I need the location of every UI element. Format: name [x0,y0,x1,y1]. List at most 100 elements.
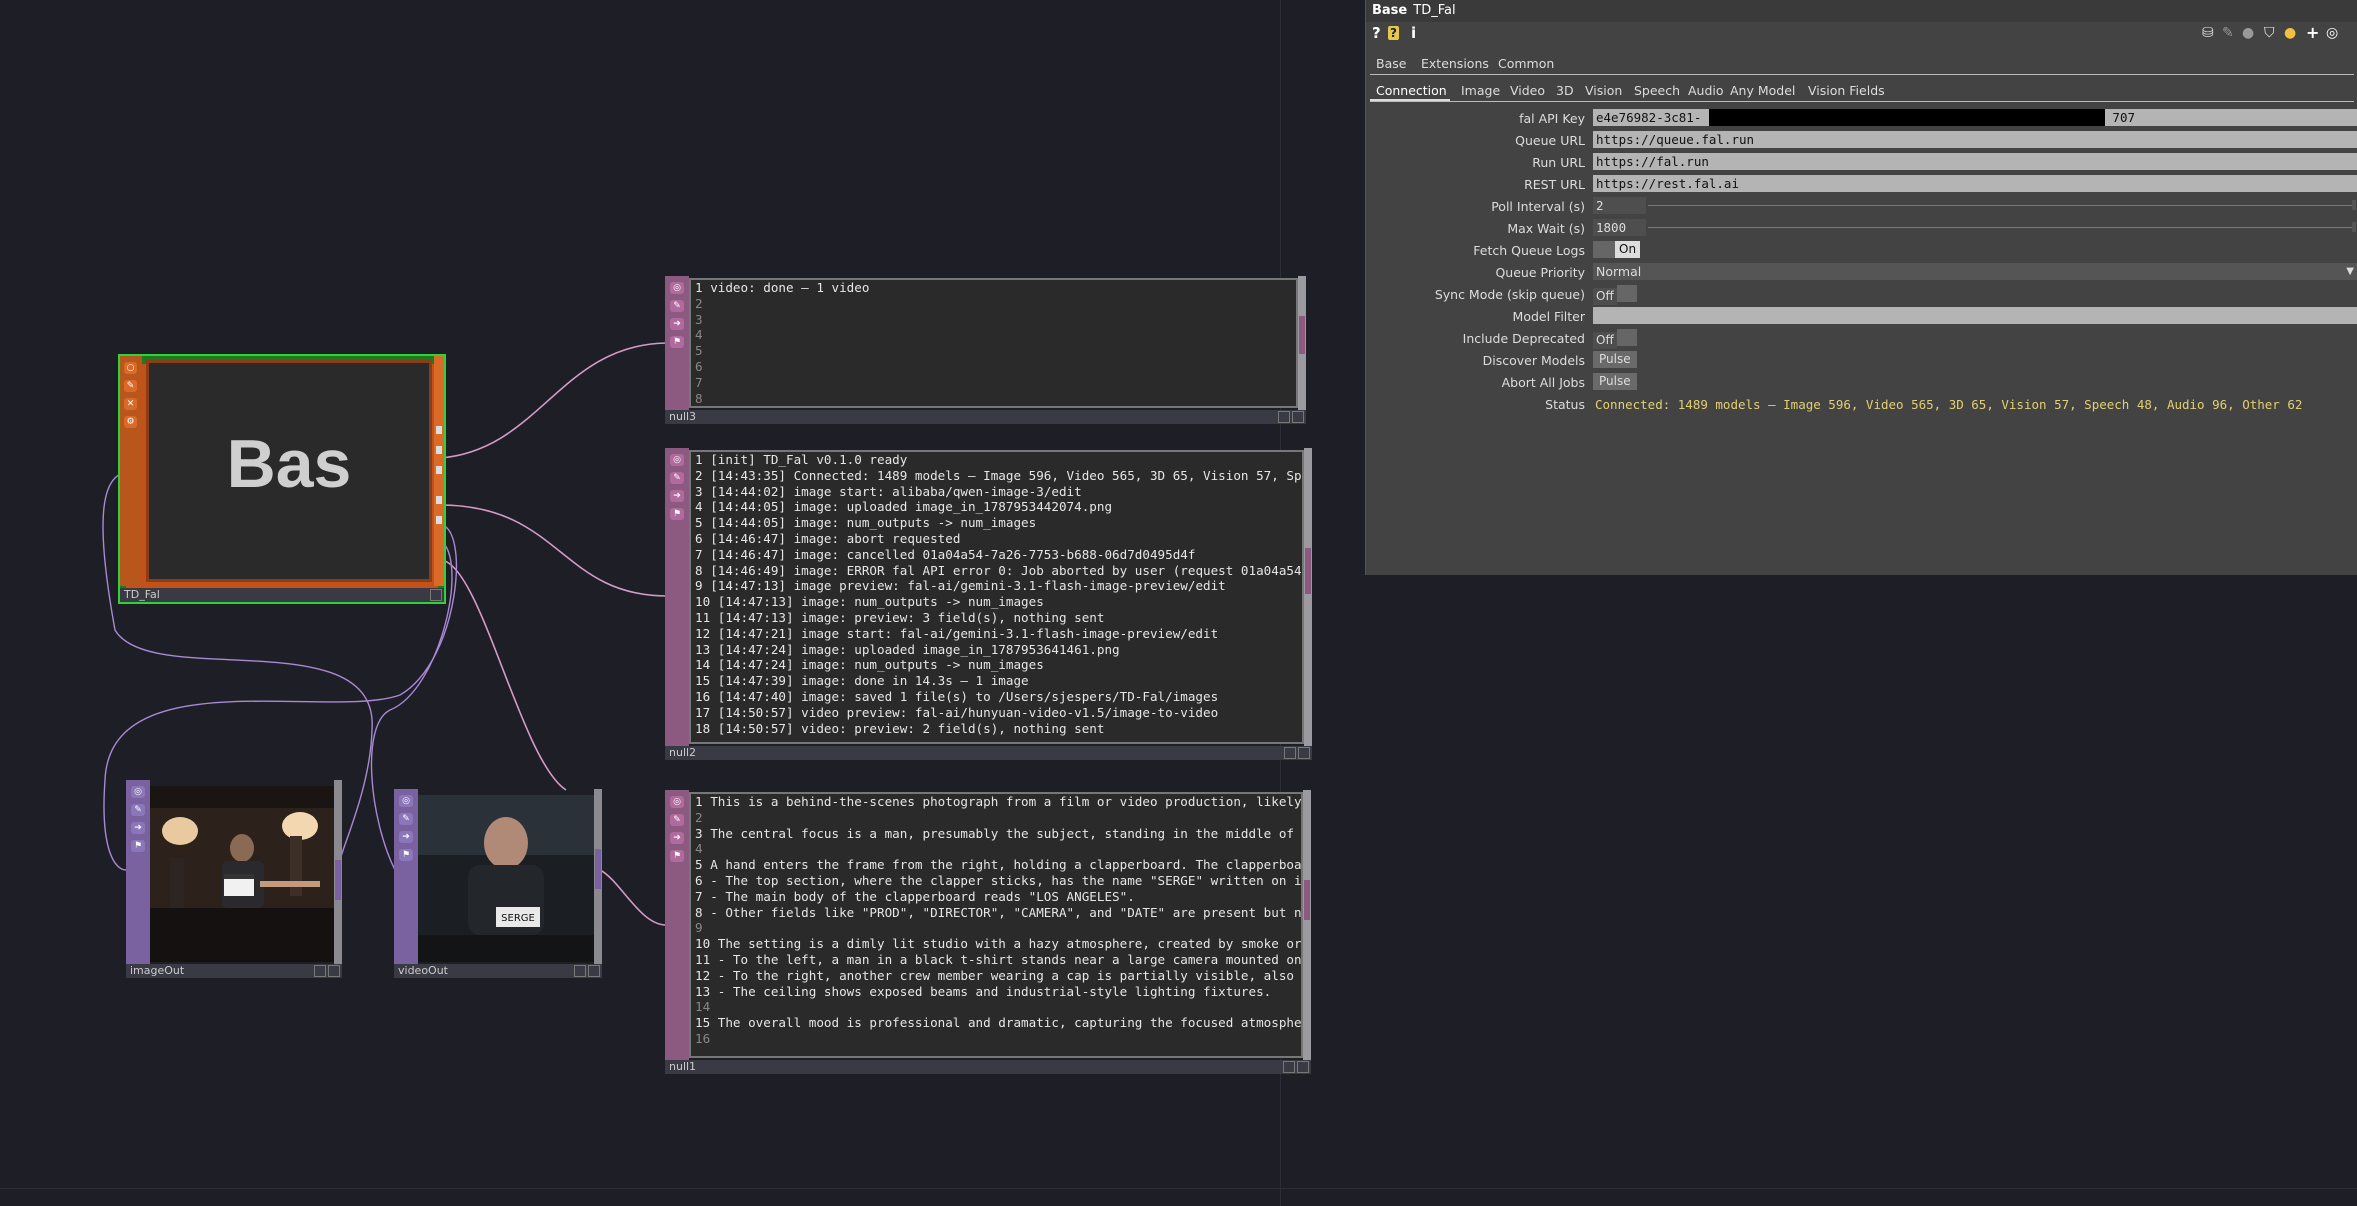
abort-all-jobs-button[interactable]: Pulse [1593,373,1637,390]
include-deprecated-toggle[interactable]: Off [1593,329,1637,349]
viewer-toggle-icon[interactable]: ○ [124,362,137,374]
pencil-icon[interactable]: ✎ [131,804,145,816]
tab-3d[interactable]: 3D [1556,83,1574,98]
pencil-icon[interactable]: ✎ [670,814,684,826]
max-wait-field[interactable]: 1800 [1593,219,1646,236]
poll-interval-field[interactable]: 2 [1593,197,1646,214]
text-line: 4 [14:44:05] image: uploaded image_in_17… [695,499,1113,515]
arrow-icon[interactable]: ➔ [670,832,684,844]
text-line: 1 [init] TD_Fal v0.1.0 ready [695,452,908,467]
viewer-toggle-icon[interactable]: ◎ [399,795,413,807]
lock-icon[interactable]: ⚑ [131,840,145,852]
top-videoout[interactable]: ◎ ✎ ➔ ⚑ SERGE videoOut [394,789,602,978]
custom-page-tabs: Connection Image Video 3D Vision Speech … [1370,79,2354,102]
slider-handle[interactable] [2352,200,2356,210]
output-connector[interactable] [436,516,442,524]
base-comp-td-fal[interactable]: ○ ✎ ✕ ⚙ Bas TD_Fal [118,354,446,604]
lock-icon[interactable]: ⚑ [670,850,684,862]
comment-icon[interactable]: ● [2242,25,2254,41]
python-help-icon[interactable]: ? [1388,26,1399,40]
pencil-icon[interactable]: ✎ [399,813,413,825]
slider-handle[interactable] [2352,222,2356,232]
lock-icon[interactable]: ⚑ [399,849,413,861]
arrow-icon[interactable]: ➔ [670,490,684,502]
dat-text-viewer[interactable]: 1 [init] TD_Fal v0.1.0 ready 2 [14:43:35]… [689,450,1304,744]
help-icon[interactable]: ? [1372,24,1381,42]
close-icon[interactable]: ✕ [124,398,137,410]
dat-text-viewer[interactable]: 1 This is a behind-the-scenes photograph… [689,792,1303,1058]
tab-audio[interactable]: Audio [1688,83,1724,98]
text-line: 13 [14:47:24] image: uploaded image_in_1… [695,641,1120,657]
tab-video[interactable]: Video [1510,83,1545,98]
base-comp-viewer-text: Bas [226,426,352,502]
queue-url-field[interactable]: https://queue.fal.run [1593,131,2357,148]
top-imageout[interactable]: ◎ ✎ ➔ ⚑ imageOut [126,780,342,978]
text-line: 5 [14:44:05] image: num_outputs -> num_i… [695,515,1037,531]
tab-connection[interactable]: Connection [1376,83,1447,98]
video-preview: SERGE [418,795,594,962]
tab-image[interactable]: Image [1461,83,1500,98]
param-max-wait: Max Wait (s) 1800 [1366,218,2357,238]
max-wait-slider[interactable] [1648,227,2352,228]
text-line: 15 [14:47:39] image: done in 14.3s — 1 i… [695,673,1029,689]
tab-common[interactable]: Common [1498,56,1554,71]
wire-null2 [439,504,667,597]
tab-speech[interactable]: Speech [1634,83,1680,98]
discover-models-button[interactable]: Pulse [1593,351,1637,368]
viewer-toggle-icon[interactable]: ◎ [670,282,684,294]
model-filter-field[interactable] [1593,307,2357,324]
pencil-icon[interactable]: ✎ [670,300,684,312]
op-name: null3 [665,410,1306,424]
target-icon[interactable]: ◎ [2326,25,2338,41]
param-fetch-queue-logs: Fetch Queue Logs On [1366,240,2357,260]
text-line: 8 [14:46:49] image: ERROR fal API error … [695,562,1304,578]
dat-null1[interactable]: ◎ ✎ ➔ ⚑ 1 This is a behind-the-scenes ph… [665,790,1311,1074]
arrow-icon[interactable]: ➔ [670,318,684,330]
wrench-icon[interactable]: ⚙ [124,416,137,428]
output-connector[interactable] [436,466,442,474]
bookmark-icon[interactable]: ⛉ [2264,25,2275,41]
op-name-label[interactable]: TD_Fal [1413,3,1455,18]
lock-icon[interactable]: ⚑ [670,336,684,348]
arrow-icon[interactable]: ➔ [399,831,413,843]
queue-priority-menu[interactable]: Normal ▼ [1593,263,2357,280]
pencil-icon[interactable]: ✎ [124,380,137,392]
arrow-icon[interactable]: ➔ [131,822,145,834]
parameter-panel: Base TD_Fal ? ? i ⛁ ✎ ● ⛉ ● + ◎ Base Exte… [1365,0,2357,575]
output-connector[interactable] [436,496,442,504]
status-text: Connected: 1489 models — Image 596, Vide… [1595,397,2303,412]
viewer-toggle-icon[interactable]: ◎ [670,454,684,466]
tab-any-model[interactable]: Any Model [1730,83,1795,98]
rest-url-field[interactable]: https://rest.fal.ai [1593,175,2357,192]
lock-icon[interactable]: ⚑ [670,508,684,520]
tab-base[interactable]: Base [1376,56,1406,71]
dat-null3[interactable]: ◎ ✎ ➔ ⚑ 1 video: done — 1 video 2 3 4 5 6… [665,276,1306,424]
op-name: null1 [665,1060,1311,1074]
text-line: 6 [14:46:47] image: abort requested [695,530,961,546]
dat-text-viewer[interactable]: 1 video: done — 1 video 2 3 4 5 6 7 8 [689,278,1298,408]
output-connector[interactable] [436,426,442,434]
tab-extensions[interactable]: Extensions [1421,56,1489,71]
plus-icon[interactable]: + [2306,23,2319,42]
text-line: 2 [695,295,703,311]
dat-null2[interactable]: ◎ ✎ ➔ ⚑ 1 [init] TD_Fal v0.1.0 ready 2 [1… [665,448,1312,760]
viewer-toggle-icon[interactable]: ◎ [131,786,145,798]
api-key-field[interactable]: e4e76982-3c81- 707 [1593,109,2357,126]
tab-vision-fields[interactable]: Vision Fields [1808,83,1885,98]
pencil-icon[interactable]: ✎ [670,472,684,484]
viewer-toggle-icon[interactable]: ◎ [670,796,684,808]
video-frame: SERGE [418,795,594,962]
pencil-icon[interactable]: ✎ [2222,25,2234,41]
python-icon[interactable]: ● [2284,25,2296,41]
poll-interval-slider[interactable] [1648,205,2352,206]
info-icon[interactable]: i [1411,24,1416,42]
tab-vision[interactable]: Vision [1585,83,1622,98]
sync-mode-toggle[interactable]: Off [1593,285,1637,305]
run-url-field[interactable]: https://fal.run [1593,153,2357,170]
fetch-queue-logs-toggle[interactable]: On [1593,241,1641,258]
database-icon[interactable]: ⛁ [2202,25,2214,41]
top-toolbar: ◎ ✎ ➔ ⚑ [394,789,418,964]
param-rest-url: REST URL https://rest.fal.ai [1366,174,2357,194]
output-connector[interactable] [436,446,442,454]
text-line: 15 The overall mood is professional and … [695,1015,1303,1031]
